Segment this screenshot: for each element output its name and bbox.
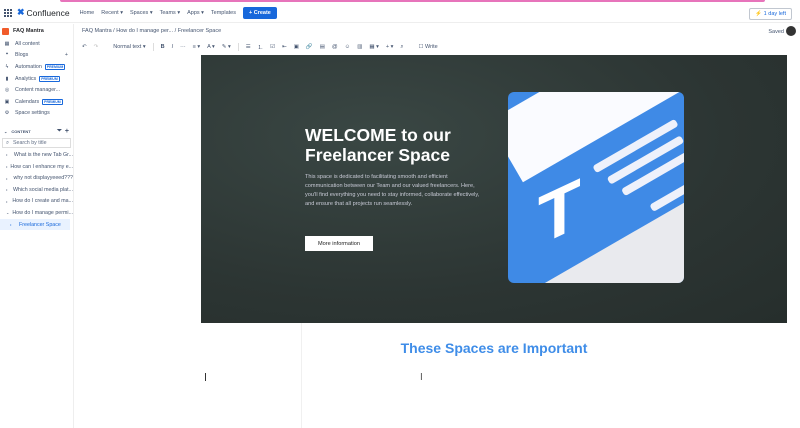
layout-button[interactable]: ▥ — [357, 44, 362, 50]
confluence-x-icon: ✖ — [17, 7, 25, 17]
undo-button[interactable]: ↶ — [82, 44, 87, 50]
layout-divider — [301, 323, 302, 428]
more-formatting-button[interactable]: ··· — [180, 44, 186, 50]
create-button[interactable]: + Create — [243, 6, 277, 19]
sidebar-item-all-content[interactable]: ▦ All content — [0, 38, 73, 50]
chevron-down-icon: ⌄ — [6, 210, 10, 216]
insert-dropdown[interactable]: + ▾ — [386, 44, 394, 50]
space-header[interactable]: FAQ Mantra — [0, 24, 73, 38]
sidebar-item-automation[interactable]: ϟ Automation PREMIUM — [0, 61, 73, 73]
sidebar: FAQ Mantra ▦ All content ❝ Blogs + ϟ Automat… — [0, 24, 74, 428]
premium-badge: PREMIUM — [44, 63, 66, 70]
bullet-icon: • — [6, 187, 8, 193]
search-icon: ⌕ — [6, 139, 9, 146]
page-tree-item[interactable]: • Which social media plat... — [0, 184, 73, 196]
nav-templates[interactable]: Templates — [211, 10, 236, 16]
bullet-list-button[interactable]: ☰ — [246, 44, 251, 50]
text-cursor — [205, 373, 206, 381]
find-button[interactable]: ⌕ — [400, 44, 403, 51]
bullet-icon: • — [10, 222, 12, 228]
grid-icon: ▦ — [4, 40, 10, 47]
bullet-icon: • — [6, 175, 8, 181]
breadcrumb-parent[interactable]: How do I manage per... — [116, 28, 173, 34]
sidebar-item-blogs[interactable]: ❝ Blogs + — [0, 50, 73, 62]
sidebar-item-calendars[interactable]: ▣ Calendars PREMIUM — [0, 96, 73, 108]
user-avatar[interactable] — [786, 26, 796, 36]
sidebar-item-space-settings[interactable]: ⚙ Space settings — [0, 108, 73, 120]
nav-teams[interactable]: Teams ▾ — [160, 10, 181, 16]
trial-banner-line — [60, 0, 765, 2]
quote-icon: ❝ — [5, 52, 9, 59]
saved-status: Saved — [768, 29, 784, 35]
page-tree-item[interactable]: • why not displayyeeed??? — [0, 172, 73, 184]
bullet-icon: • — [6, 152, 8, 158]
redo-button[interactable]: ↷ — [94, 44, 99, 50]
numbered-list-button[interactable]: ⒈ — [258, 43, 264, 51]
breadcrumb-current[interactable]: Freelancer Space — [178, 28, 221, 34]
content-section-header[interactable]: ⌄ CONTENT ⏷ + — [0, 125, 73, 137]
ibeam-cursor-icon: I — [420, 372, 423, 383]
text-color-dropdown[interactable]: A ▾ — [207, 44, 215, 50]
highlight-dropdown[interactable]: ✎ ▾ — [222, 44, 231, 50]
app-switcher-icon[interactable] — [4, 8, 12, 17]
editor-toolbar: ↶ ↷ Normal text ▾ B I ··· ≡ ▾ A ▾ ✎ ▾ ☰ … — [82, 43, 438, 51]
text-letter-icon: T — [538, 163, 581, 261]
breadcrumb: FAQ Mantra / How do I manage per... / Fr… — [82, 28, 222, 34]
mention-button[interactable]: @ — [332, 44, 338, 50]
divider — [152, 43, 154, 51]
action-item-button[interactable]: ▣ — [294, 44, 299, 50]
bullet-icon: • — [6, 164, 8, 170]
breadcrumb-space[interactable]: FAQ Mantra — [82, 28, 112, 34]
content-manager-icon: ◎ — [4, 87, 10, 94]
page-tree-item-selected[interactable]: • Freelancer Space — [0, 218, 70, 231]
search-by-title-input[interactable]: ⌕ Search by title — [2, 138, 71, 149]
gear-icon: ⚙ — [4, 110, 10, 117]
section-heading: These Spaces are Important — [400, 340, 588, 356]
lightning-icon: ϟ — [5, 63, 9, 70]
add-blog-button[interactable]: + — [65, 52, 68, 58]
calendar-icon: ▣ — [4, 98, 10, 105]
sidebar-item-content-manager[interactable]: ◎ Content manager... — [0, 84, 73, 96]
italic-button[interactable]: I — [172, 44, 174, 50]
filter-icon[interactable]: ⏷ — [57, 128, 62, 135]
bullet-icon: • — [6, 198, 8, 204]
more-information-button[interactable]: More information — [305, 236, 373, 251]
nav-spaces[interactable]: Spaces ▾ — [130, 10, 153, 16]
hero-banner: WELCOME to our Freelancer Space This spa… — [201, 55, 787, 323]
premium-badge: PREMIUM — [39, 75, 60, 82]
link-button[interactable]: 🔗 — [306, 44, 313, 50]
image-button[interactable]: ▤ — [320, 44, 325, 50]
task-list-button[interactable]: ☑ — [270, 44, 275, 50]
sidebar-item-analytics[interactable]: ▮ Analytics PREMIUM — [0, 73, 73, 85]
space-avatar — [2, 27, 9, 35]
nav-apps[interactable]: Apps ▾ — [187, 10, 204, 16]
page-tree-item[interactable]: ⌄ How do I manage permi... — [0, 207, 73, 219]
align-dropdown[interactable]: ≡ ▾ — [193, 44, 201, 50]
nav-recent[interactable]: Recent ▾ — [101, 10, 123, 16]
emoji-button[interactable]: ☺ — [345, 44, 351, 50]
hero-illustration: T — [508, 92, 684, 283]
table-dropdown[interactable]: ▦ ▾ — [369, 44, 379, 50]
page-tree-item[interactable]: • How do I create and ma... — [0, 196, 73, 208]
top-nav: ✖ Confluence Home Recent ▾ Spaces ▾ Teams… — [0, 3, 800, 23]
write-button[interactable]: ☐ Write — [419, 44, 438, 50]
page-tree-item[interactable]: • How can I enhance my e... — [0, 161, 73, 173]
confluence-logo[interactable]: ✖ Confluence — [17, 7, 70, 18]
divider — [237, 43, 239, 51]
outdent-button[interactable]: ⇤ — [282, 44, 287, 50]
premium-badge: PREMIUM — [42, 98, 63, 105]
hero-title: WELCOME to our Freelancer Space — [305, 125, 451, 165]
trial-days-button[interactable]: ⚡ 1 day left — [749, 8, 792, 20]
nav-home[interactable]: Home — [80, 10, 95, 16]
chevron-down-icon: ⌄ — [4, 128, 8, 134]
chart-icon: ▮ — [5, 75, 9, 82]
bold-button[interactable]: B — [161, 44, 165, 50]
hero-description: This space is dedicated to facilitating … — [305, 174, 480, 207]
add-content-button[interactable]: + — [65, 128, 69, 135]
page-tree-item[interactable]: • What is the new Tab Gr... — [0, 149, 73, 161]
text-style-dropdown[interactable]: Normal text ▾ — [113, 44, 145, 50]
